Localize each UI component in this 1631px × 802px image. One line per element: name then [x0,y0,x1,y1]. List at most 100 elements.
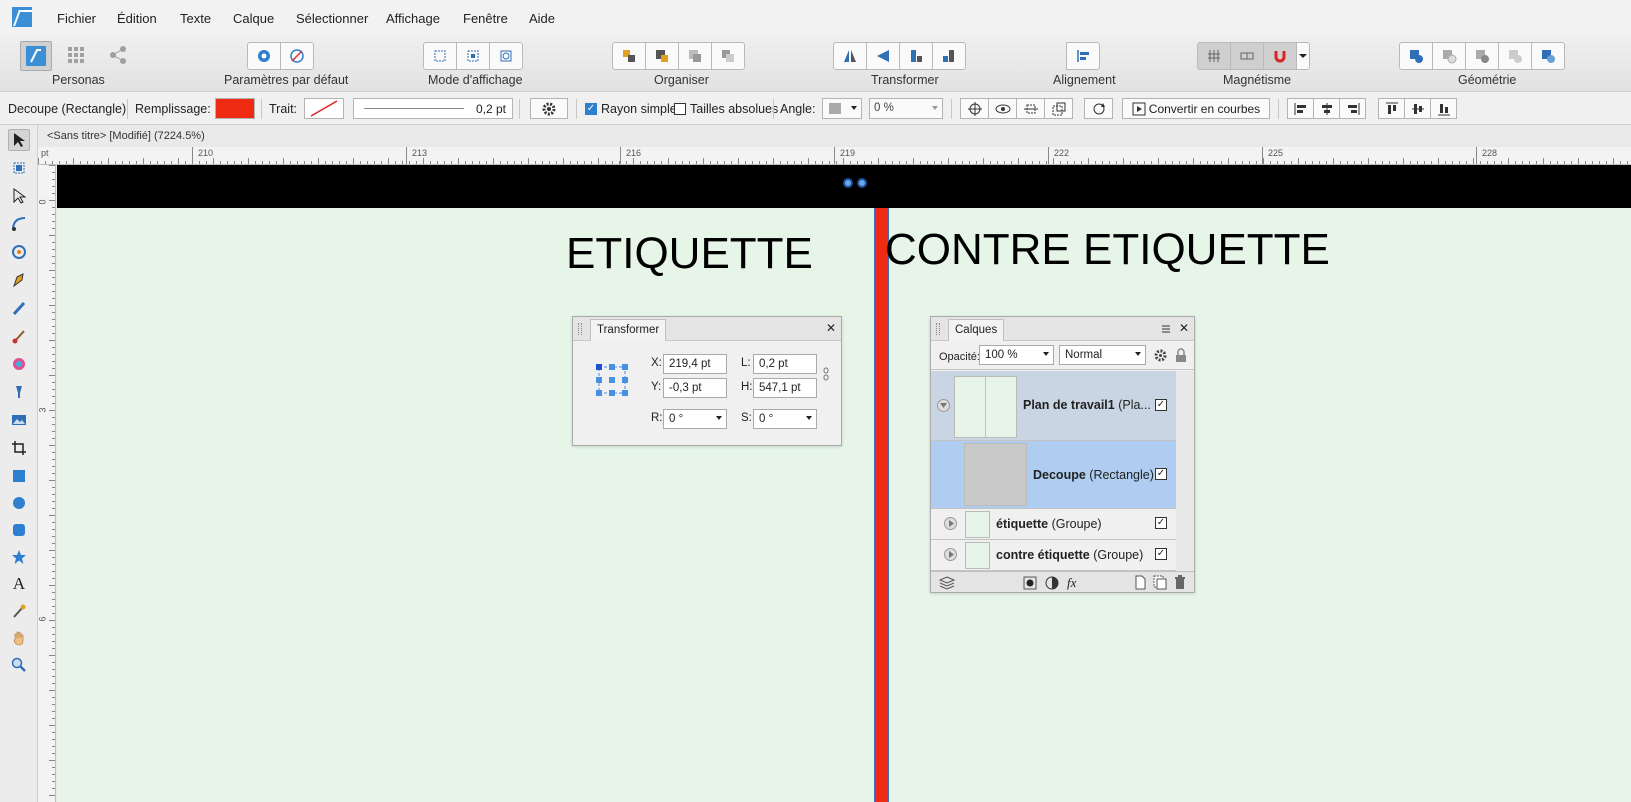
document-tab[interactable]: <Sans titre> [Modifié] (7224.5%) [38,125,1631,147]
layers-stack-icon[interactable] [939,576,955,590]
pencil-tool-icon[interactable] [8,297,30,319]
star-tool-icon[interactable] [8,546,30,568]
text-tool-icon[interactable]: A [8,573,30,595]
align-middle-button[interactable] [1404,98,1431,119]
layer-row-contre-etiquette[interactable]: contre étiquette (Groupe) ✓ [931,540,1176,571]
panel-menu-icon[interactable] [1162,324,1174,334]
x-input[interactable]: 219,4 pt [663,354,727,374]
corner-tool-icon[interactable] [8,213,30,235]
fill-swatch[interactable] [215,98,255,119]
geometry-xor-icon[interactable] [1498,42,1532,70]
revert-defaults-icon[interactable] [280,42,314,70]
move-to-back-icon[interactable] [612,42,646,70]
hand-tool-icon[interactable] [8,627,30,649]
view-outline-icon[interactable] [489,42,523,70]
move-back-one-icon[interactable] [645,42,679,70]
trash-icon[interactable] [1174,575,1186,590]
geometry-divide-icon[interactable] [1531,42,1565,70]
selected-rectangle-decoupe[interactable] [874,208,889,802]
fill-tool-icon[interactable] [8,353,30,375]
adjustment-icon[interactable] [1045,576,1059,590]
alignment-icon[interactable] [1066,42,1100,70]
menu-texte[interactable]: Texte [180,11,211,26]
simple-radius-checkbox[interactable]: ✓ [585,103,597,115]
menu-edition[interactable]: Édition [117,11,157,26]
snap-grid-icon[interactable] [1197,42,1231,70]
snap-options-icon[interactable] [1230,42,1264,70]
layer-visibility-checkbox[interactable]: ✓ [1155,399,1167,411]
align-top-button[interactable] [1378,98,1405,119]
view-pixels-icon[interactable] [423,42,457,70]
move-tool-icon[interactable] [8,129,30,151]
close-icon[interactable]: ✕ [1179,321,1189,335]
mask-icon[interactable] [1023,576,1037,590]
artboard-tool-icon[interactable] [8,157,30,179]
move-forward-one-icon[interactable] [678,42,712,70]
canvas[interactable]: ETIQUETTE CONTRE ETIQUETTE [57,165,1631,802]
view-retina-icon[interactable] [456,42,490,70]
geometry-add-icon[interactable] [1399,42,1433,70]
grip-handle[interactable] [936,323,940,335]
move-to-front-icon[interactable] [711,42,745,70]
duplicate-layer-icon[interactable] [1153,575,1167,590]
pixel-persona-icon[interactable] [66,45,86,65]
shear-input[interactable]: 0 ° [753,409,817,429]
height-input[interactable]: 547,1 pt [753,378,817,398]
angle-value-field[interactable]: 0 % [869,98,943,119]
menu-selectionner[interactable]: Sélectionner [296,11,368,26]
rotation-input[interactable]: 0 ° [663,409,727,429]
fx-icon[interactable]: fx [1067,575,1076,591]
geometry-subtract-icon[interactable] [1432,42,1466,70]
anchor-point-selector[interactable] [593,361,631,399]
layer-row-etiquette[interactable]: étiquette (Groupe) ✓ [931,509,1176,540]
crop-tool-icon[interactable] [8,437,30,459]
layer-row-artboard[interactable]: Plan de travail1 (Pla... ✓ [931,371,1176,441]
rounded-rectangle-tool-icon[interactable] [8,519,30,541]
transform-panel-tab[interactable]: Transformer [590,319,667,341]
flip-horizontal-icon[interactable] [833,42,867,70]
layer-visibility-checkbox[interactable]: ✓ [1155,468,1167,480]
rotate-button[interactable] [1084,98,1113,119]
eye-button[interactable] [988,98,1017,119]
selection-handle[interactable] [843,178,853,188]
layers-scrollbar[interactable] [1176,371,1194,571]
layer-row-decoupe[interactable]: Decoupe (Rectangle) ✓ [931,441,1176,509]
snap-dropdown-icon[interactable] [1296,42,1310,70]
angle-type-dropdown[interactable] [822,98,862,119]
layer-visibility-checkbox[interactable]: ✓ [1155,517,1167,529]
menu-fichier[interactable]: Fichier [57,11,96,26]
magnet-icon[interactable] [1263,42,1297,70]
expand-icon[interactable] [944,517,957,530]
stroke-settings-button[interactable] [530,98,568,119]
absolute-sizes-checkbox[interactable] [674,103,686,115]
lock-icon[interactable] [1175,348,1187,363]
color-picker-tool-icon[interactable] [8,600,30,622]
stroke-width-field[interactable]: 0,2 pt [353,98,513,119]
y-input[interactable]: -0,3 pt [663,378,727,398]
pen-tool-icon[interactable] [8,269,30,291]
target-button[interactable] [960,98,989,119]
menu-calque[interactable]: Calque [233,11,274,26]
export-persona-icon[interactable] [108,45,128,65]
menu-fenetre[interactable]: Fenêtre [463,11,508,26]
opacity-dropdown[interactable]: 100 % [979,345,1054,365]
gear-icon[interactable] [1153,348,1168,363]
convert-to-curves-button[interactable]: Convertir en courbes [1122,98,1270,119]
transform-origin-button[interactable] [1044,98,1073,119]
app-logo[interactable] [12,7,32,27]
transparency-tool-icon[interactable] [8,381,30,403]
node-tool-icon[interactable] [8,185,30,207]
distribute-button[interactable] [1016,98,1045,119]
rotate-left-icon[interactable] [899,42,933,70]
stroke-swatch[interactable] [304,98,344,119]
vector-brush-tool-icon[interactable] [8,325,30,347]
align-bottom-button[interactable] [1430,98,1457,119]
layer-visibility-checkbox[interactable]: ✓ [1155,548,1167,560]
layers-panel-tab[interactable]: Calques [948,319,1005,341]
grip-handle[interactable] [578,323,582,335]
point-transform-tool-icon[interactable] [8,241,30,263]
geometry-intersect-icon[interactable] [1465,42,1499,70]
flip-vertical-icon[interactable] [866,42,900,70]
align-center-button[interactable] [1313,98,1340,119]
width-input[interactable]: 0,2 pt [753,354,817,374]
